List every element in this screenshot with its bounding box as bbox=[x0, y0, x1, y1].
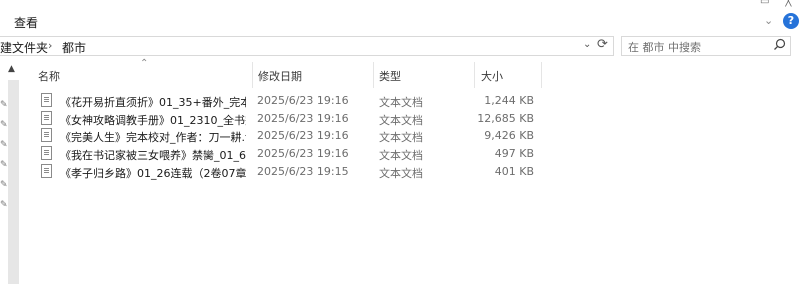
pin-icon: ✎ bbox=[0, 180, 8, 190]
text-file-icon bbox=[41, 111, 52, 125]
column-header-date[interactable]: 修改日期 bbox=[258, 68, 302, 84]
text-file-icon bbox=[41, 164, 52, 178]
file-size: 497 KB bbox=[494, 147, 534, 160]
file-name: 《花开易折直须折》01_35+番外_完本_... bbox=[60, 96, 246, 109]
help-icon[interactable]: ? bbox=[783, 13, 799, 29]
refresh-icon[interactable]: ⟳ bbox=[597, 37, 608, 52]
file-size: 401 KB bbox=[494, 165, 534, 178]
file-row[interactable]: 《完美人生》完本校对_作者：刀一耕.txt 2025/6/23 19:16 文本… bbox=[36, 127, 546, 145]
text-file-icon bbox=[41, 146, 52, 160]
file-type: 文本文档 bbox=[379, 149, 423, 162]
address-bar[interactable] bbox=[0, 36, 614, 56]
column-divider[interactable] bbox=[373, 62, 374, 88]
file-date: 2025/6/23 19:16 bbox=[257, 147, 349, 160]
search-icon[interactable] bbox=[773, 38, 786, 55]
file-name: 《女神攻略调教手册》01_2310_全书完... bbox=[60, 114, 246, 127]
breadcrumb-separator-icon[interactable]: › bbox=[48, 39, 52, 52]
address-history-dropdown-icon[interactable]: ⌄ bbox=[583, 39, 591, 50]
pin-icon: ✎ bbox=[0, 140, 8, 150]
file-type: 文本文档 bbox=[379, 131, 423, 144]
tab-view[interactable]: 查看 bbox=[14, 14, 38, 31]
file-type: 文本文档 bbox=[379, 96, 423, 109]
file-name: 《孝子归乡路》01_26连载（2卷07章）... bbox=[60, 167, 246, 180]
file-size: 12,685 KB bbox=[477, 112, 534, 125]
chevron-down-icon[interactable]: ⌄ bbox=[764, 14, 773, 27]
pin-icon: ✎ bbox=[0, 100, 8, 110]
pin-icon: ✎ bbox=[0, 120, 8, 130]
file-date: 2025/6/23 19:15 bbox=[257, 165, 349, 178]
file-row[interactable]: 《女神攻略调教手册》01_2310_全书完... 2025/6/23 19:16… bbox=[36, 110, 546, 128]
window-controls[interactable]: ▭ ╳ bbox=[760, 0, 791, 7]
file-size: 9,426 KB bbox=[484, 129, 534, 142]
file-type: 文本文档 bbox=[379, 114, 423, 127]
column-header-size[interactable]: 大小 bbox=[481, 68, 503, 84]
text-file-icon bbox=[41, 128, 52, 142]
file-date: 2025/6/23 19:16 bbox=[257, 112, 349, 125]
file-row[interactable]: 《孝子归乡路》01_26连载（2卷07章）... 2025/6/23 19:15… bbox=[36, 163, 546, 181]
file-type: 文本文档 bbox=[379, 167, 423, 180]
breadcrumb-current[interactable]: 都市 bbox=[62, 39, 86, 56]
breadcrumb-parent[interactable]: 建文件夹 bbox=[0, 39, 48, 56]
file-row[interactable]: 《花开易折直须折》01_35+番外_完本_... 2025/6/23 19:16… bbox=[36, 92, 546, 110]
search-placeholder: 在 都市 中搜索 bbox=[628, 41, 701, 54]
file-name: 《我在书记家被三女喂养》禁臠_01_64... bbox=[60, 149, 246, 162]
text-file-icon bbox=[41, 93, 52, 107]
sort-ascending-icon: ⌃ bbox=[140, 58, 149, 69]
file-date: 2025/6/23 19:16 bbox=[257, 94, 349, 107]
file-size: 1,244 KB bbox=[484, 94, 534, 107]
column-header-name[interactable]: 名称 bbox=[38, 68, 60, 84]
column-divider[interactable] bbox=[252, 62, 253, 88]
column-divider[interactable] bbox=[474, 62, 475, 88]
file-date: 2025/6/23 19:16 bbox=[257, 129, 349, 142]
pin-icon: ✎ bbox=[0, 160, 8, 170]
column-header-type[interactable]: 类型 bbox=[379, 68, 401, 84]
file-row[interactable]: 《我在书记家被三女喂养》禁臠_01_64... 2025/6/23 19:16 … bbox=[36, 145, 546, 163]
pin-icon: ✎ bbox=[0, 200, 8, 210]
column-divider[interactable] bbox=[541, 62, 542, 88]
file-name: 《完美人生》完本校对_作者：刀一耕.txt bbox=[60, 131, 246, 144]
navigation-scrollbar[interactable] bbox=[8, 80, 19, 284]
scroll-up-icon[interactable]: ▲ bbox=[8, 64, 15, 74]
